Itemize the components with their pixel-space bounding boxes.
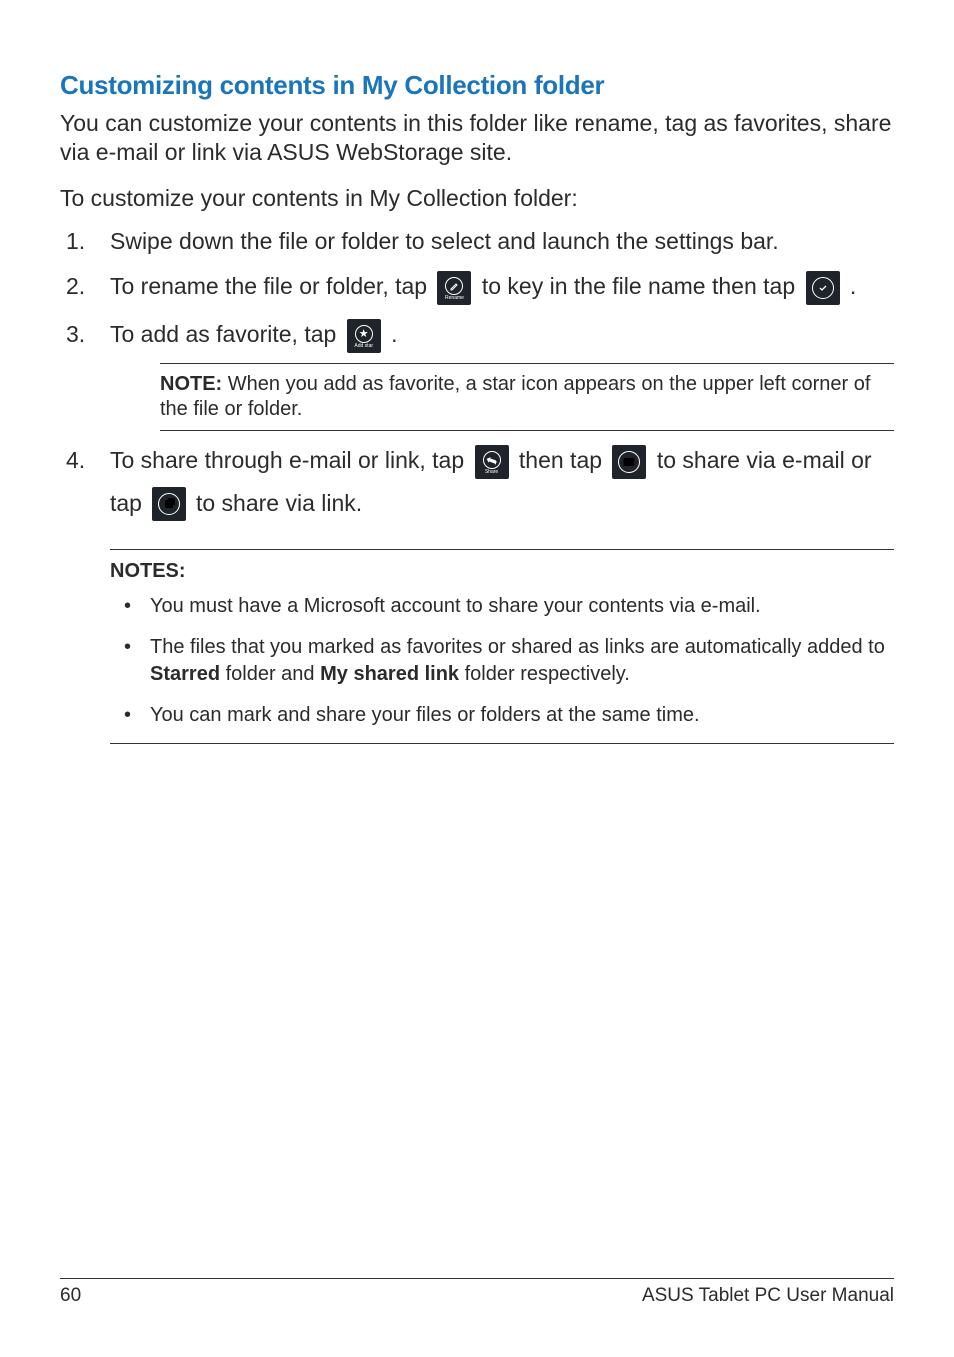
share-email-icon xyxy=(612,445,646,479)
share-label: Share xyxy=(485,470,498,475)
step-4-text-a: To share through e-mail or link, tap xyxy=(110,447,471,473)
note-2-e: folder respectively. xyxy=(459,663,630,685)
rename-label: Rename xyxy=(445,296,464,301)
share-link-icon xyxy=(152,487,186,521)
manual-title: ASUS Tablet PC User Manual xyxy=(642,1285,894,1307)
note-item-1: You must have a Microsoft account to sha… xyxy=(110,593,894,620)
intro-paragraph: You can customize your contents in this … xyxy=(60,109,894,167)
step-3-text-b: . xyxy=(391,321,397,347)
note-2-shared: My shared link xyxy=(320,663,459,685)
step-3: To add as favorite, tap ★ Add star . NOT… xyxy=(60,319,894,431)
addstar-label: Add star xyxy=(354,344,373,349)
section-heading: Customizing contents in My Collection fo… xyxy=(60,70,894,101)
step-4-text-e: to share via link. xyxy=(196,488,362,519)
note-item-3: You can mark and share your files or fol… xyxy=(110,702,894,729)
link-circle-icon xyxy=(158,493,180,515)
note-block: NOTE: When you add as favorite, a star i… xyxy=(160,363,894,431)
notes-section: NOTES: You must have a Microsoft account… xyxy=(110,549,894,744)
note-text: When you add as favorite, a star icon ap… xyxy=(160,373,870,420)
note-item-2: The files that you marked as favorites o… xyxy=(110,634,894,688)
notes-heading: NOTES: xyxy=(110,560,894,583)
step-4-text-c: to share via e-mail or xyxy=(657,447,872,473)
share-circle-icon: ➦ xyxy=(483,451,501,469)
step-4: To share through e-mail or link, tap ➦ S… xyxy=(60,445,894,521)
note-label: NOTE: xyxy=(160,373,222,395)
checkmark-icon xyxy=(806,271,840,305)
step-4-text-d: tap xyxy=(110,488,142,519)
note-2-a: The files that you marked as favorites o… xyxy=(150,636,885,658)
step-2-text-b: to key in the file name then tap xyxy=(482,273,802,299)
share-icon: ➦ Share xyxy=(475,445,509,479)
note-2-starred: Starred xyxy=(150,663,220,685)
step-2-text-c: . xyxy=(850,273,856,299)
step-3-text-a: To add as favorite, tap xyxy=(110,321,343,347)
page-number: 60 xyxy=(60,1285,81,1307)
check-circle-icon xyxy=(812,277,834,299)
star-circle-icon: ★ xyxy=(355,325,373,343)
pencil-circle-icon xyxy=(445,277,463,295)
step-2-text-a: To rename the file or folder, tap xyxy=(110,273,433,299)
step-1: Swipe down the file or folder to select … xyxy=(60,226,894,257)
page-footer: 60 ASUS Tablet PC User Manual xyxy=(60,1278,894,1307)
add-star-icon: ★ Add star xyxy=(347,319,381,353)
step-2: To rename the file or folder, tap Rename… xyxy=(60,271,894,305)
mail-circle-icon xyxy=(618,451,640,473)
steps-list: Swipe down the file or folder to select … xyxy=(60,226,894,521)
notes-list: You must have a Microsoft account to sha… xyxy=(110,593,894,729)
rename-icon: Rename xyxy=(437,271,471,305)
step-4-text-b: then tap xyxy=(519,447,609,473)
lead-paragraph: To customize your contents in My Collect… xyxy=(60,185,894,212)
note-2-c: folder and xyxy=(220,663,320,685)
